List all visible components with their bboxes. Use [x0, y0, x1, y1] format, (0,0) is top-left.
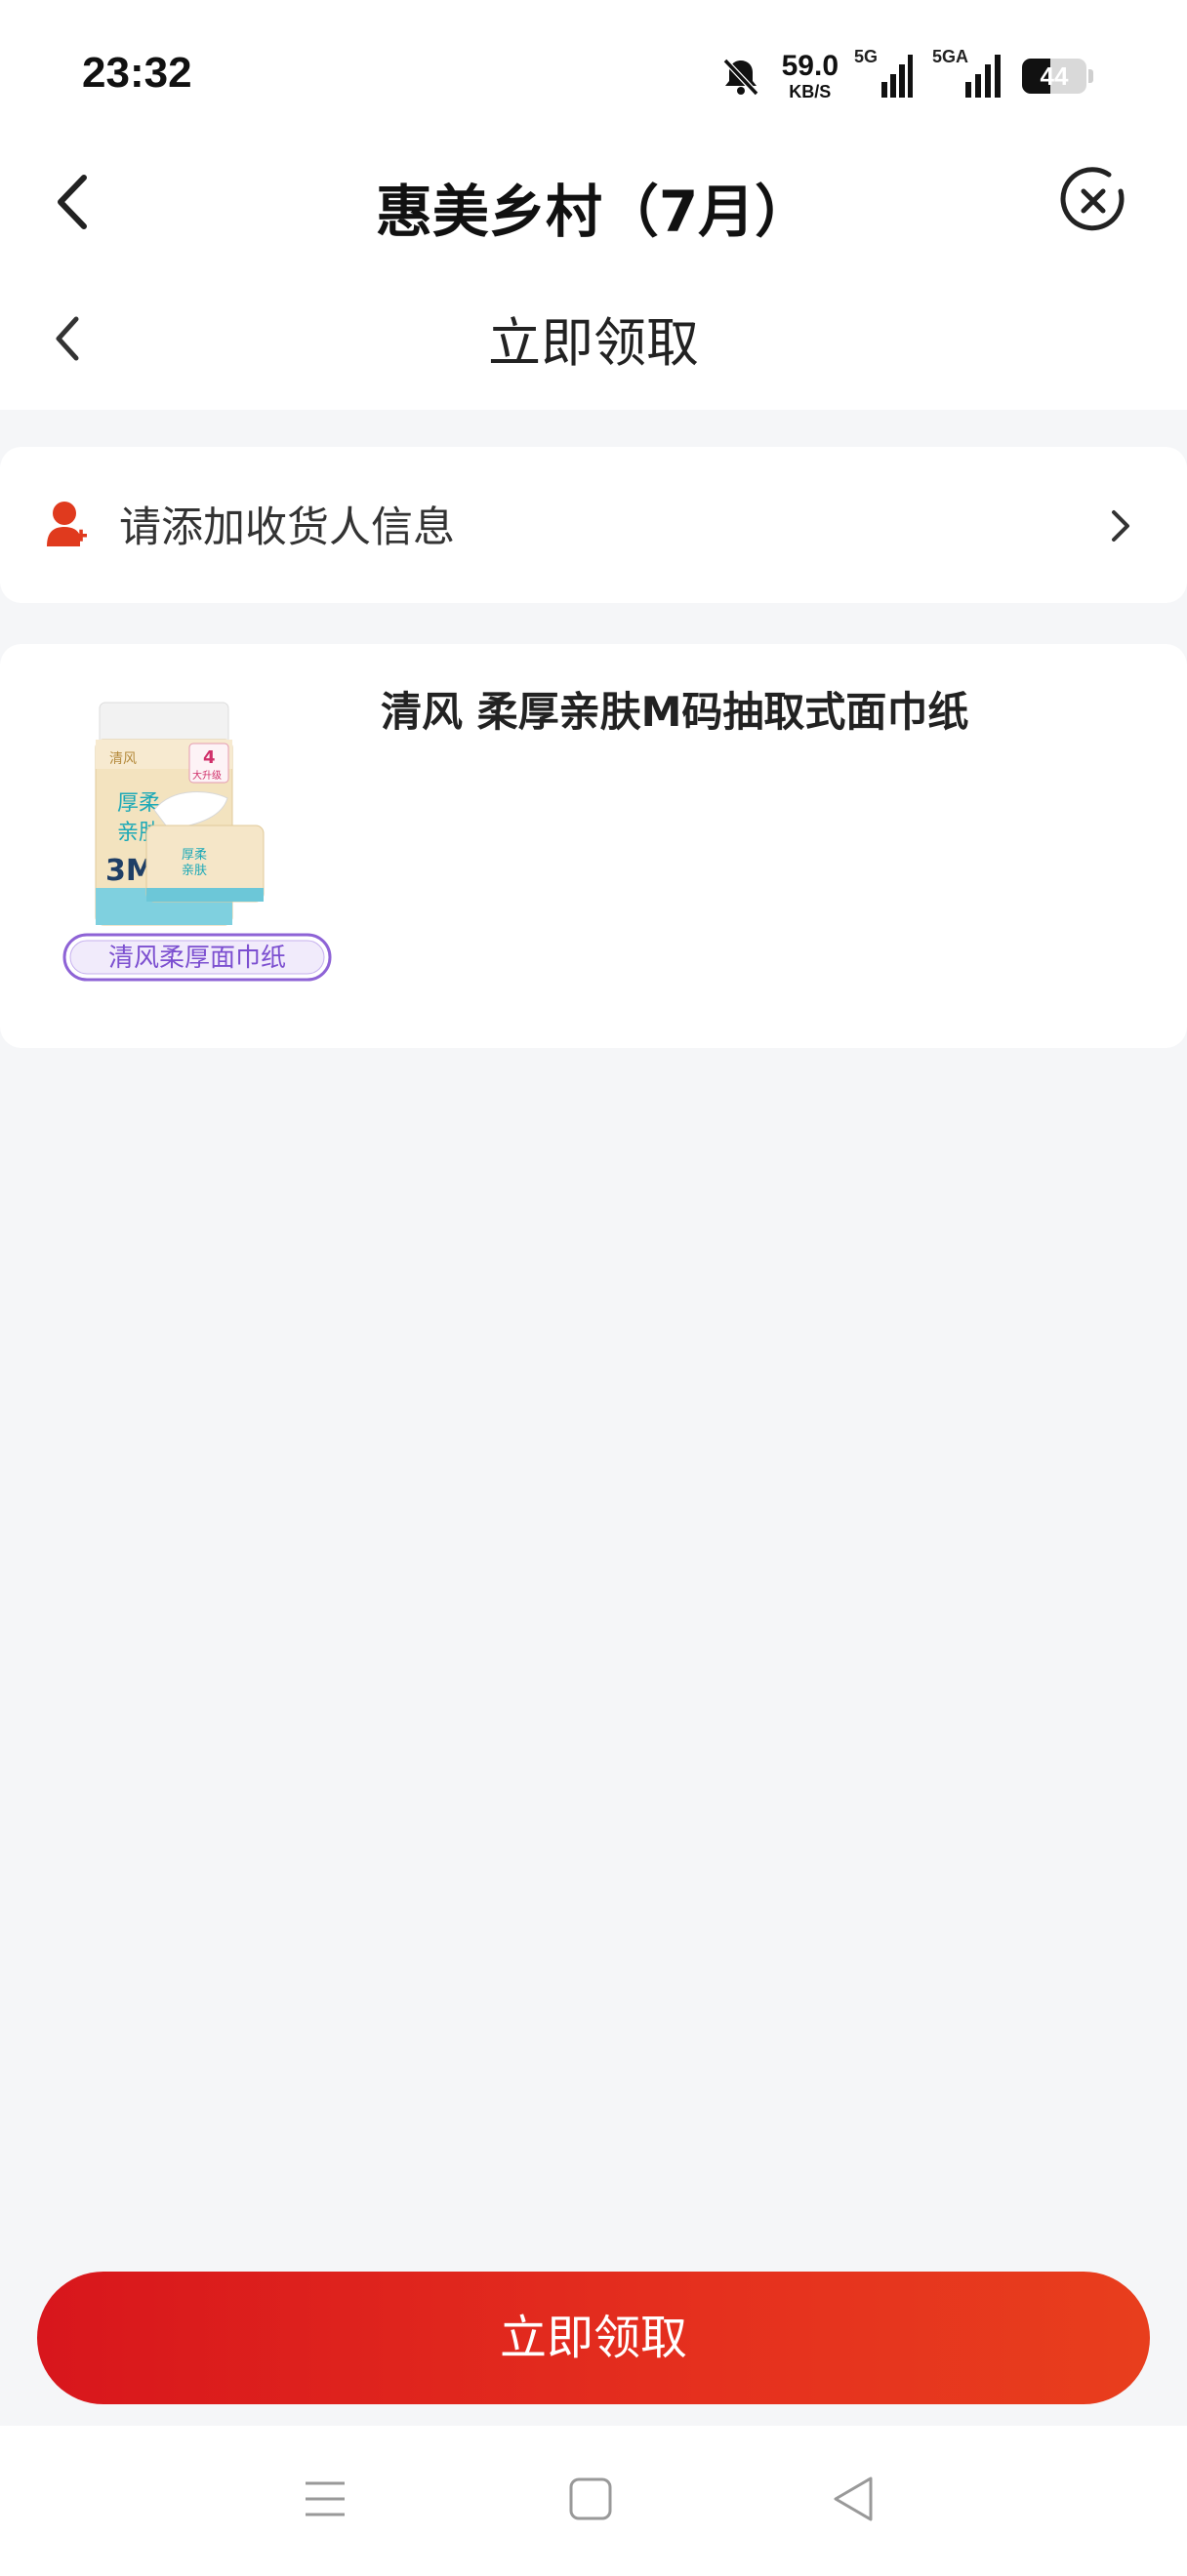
signal-icon: 5G: [854, 47, 913, 100]
add-address-row[interactable]: 请添加收货人信息: [0, 447, 1187, 603]
menu-icon[interactable]: [303, 2478, 348, 2519]
claim-page: 23:32 59.0 KB/S 5G 5GA 44 惠美乡村（7月） 立即领取 …: [0, 0, 1187, 2576]
net-speed-value: 59.0: [781, 50, 839, 82]
svg-text:厚柔: 厚柔: [182, 848, 207, 863]
add-person-icon: [47, 502, 87, 546]
net-speed-unit: KB/S: [789, 82, 832, 101]
chevron-right-icon: [1112, 510, 1129, 542]
system-nav-bar: [0, 2426, 1187, 2576]
signal2-label: 5GA: [932, 47, 969, 66]
status-bar: 23:32 59.0 KB/S 5G 5GA 44: [0, 0, 1187, 146]
image-badge: 清风柔厚面巾纸: [108, 944, 286, 973]
product-image: 清风 4 大升级 厚柔 亲肤 3M 厚柔 亲肤 清风柔厚面巾纸: [62, 702, 332, 982]
signal-icon-2: 5GA: [932, 47, 1003, 100]
pack-promo-sub: 大升级: [192, 769, 222, 782]
close-circle-icon[interactable]: [1058, 166, 1128, 236]
pack-promo: 4: [203, 747, 216, 768]
signal1-label: 5G: [854, 47, 879, 66]
add-address-label: 请添加收货人信息: [119, 503, 455, 552]
sub-title: 立即领取: [488, 312, 699, 374]
back-triangle-icon[interactable]: [832, 2475, 875, 2523]
status-time: 23:32: [82, 49, 192, 97]
svg-text:清风: 清风: [109, 751, 137, 767]
pack-text-1: 厚柔: [117, 791, 160, 816]
status-indicators: 59.0 KB/S 5G 5GA 44: [719, 47, 1093, 103]
webview-header: 惠美乡村（7月）: [0, 146, 1187, 259]
bell-muted-icon: [722, 58, 758, 97]
svg-text:亲肤: 亲肤: [182, 864, 207, 878]
home-square-icon[interactable]: [568, 2476, 613, 2521]
product-card: 清风 4 大升级 厚柔 亲肤 3M 厚柔 亲肤 清风柔厚面巾纸 清风 柔厚亲肤M…: [0, 644, 1187, 1048]
battery-level: 44: [1040, 61, 1069, 91]
claim-button[interactable]: 立即领取: [37, 2272, 1150, 2404]
net-speed: 59.0 KB/S: [782, 52, 839, 101]
battery-tip: [1088, 69, 1093, 83]
product-name: 清风 柔厚亲肤M码抽取式面巾纸: [381, 688, 969, 736]
battery-icon: 44: [1022, 59, 1086, 94]
sub-header: 立即领取: [0, 259, 1187, 410]
page-title: 惠美乡村（7月）: [375, 179, 812, 245]
